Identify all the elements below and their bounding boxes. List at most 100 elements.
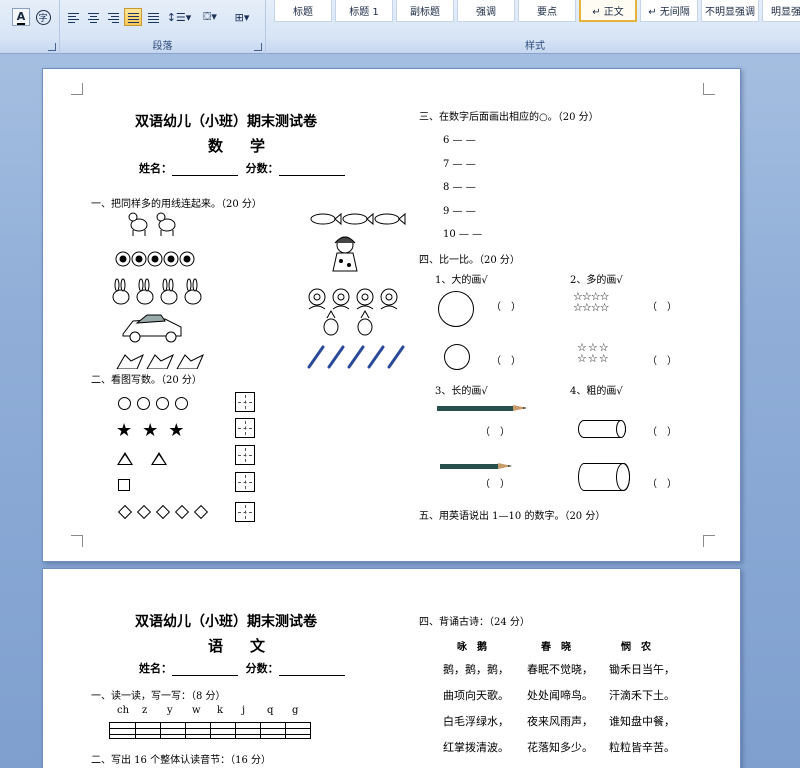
star-shape: ★ (116, 420, 133, 441)
poem-line: 红掌拨清波。 (443, 741, 509, 754)
style-item[interactable]: 明显强调 (762, 0, 800, 22)
paint-bucket-icon: ⛋▾ (203, 10, 217, 23)
number-line: 9 — — (443, 205, 476, 217)
document-page-1[interactable]: 双语幼儿（小班）期末测试卷 数 学 姓名： 分数： 一、把同样多的用线连起来。（… (42, 68, 741, 562)
justify-button[interactable] (124, 8, 142, 26)
align-left-icon (67, 12, 79, 23)
style-item[interactable]: 标题 (274, 0, 332, 22)
poem-line: 曲项向天歌。 (443, 689, 509, 702)
crop-mark (71, 83, 83, 95)
answer-paren[interactable]: （ ） (491, 352, 521, 367)
name-label: 姓名： (139, 162, 172, 175)
diamond-shape (117, 504, 133, 520)
page-title: 双语幼儿（小班）期末测试卷 (135, 114, 317, 130)
poem-title: 悯 农 (621, 642, 651, 653)
triangle-shape (117, 452, 133, 465)
pinyin-writing-grid[interactable] (109, 722, 311, 739)
answer-paren[interactable]: （ ） (647, 475, 677, 490)
thick-cylinder (578, 463, 630, 491)
section-3-heading: 三、在数字后面画出相应的○。（20 分） (419, 112, 599, 123)
name-score-line: 姓名： 分数： (139, 660, 345, 676)
answer-box[interactable] (235, 418, 255, 438)
poem-title: 咏 鹅 (457, 642, 487, 653)
compare-q3: 3、长的画√ (435, 386, 488, 397)
diamond-shape (136, 504, 152, 520)
paragraph-group: ↕☰▾ ⛋▾ ⊞▾ 段落 (60, 0, 266, 54)
page-title: 双语幼儿（小班）期末测试卷 (135, 614, 317, 630)
crop-mark (703, 83, 715, 95)
style-item[interactable]: ↵ 正文 (579, 0, 637, 22)
char-border-icon: 字 (35, 9, 51, 25)
number-line: 8 — — (443, 182, 476, 193)
star-shape: ★ (168, 420, 185, 441)
thin-cylinder (578, 420, 626, 438)
answer-box[interactable] (235, 392, 255, 412)
document-page-2[interactable]: 双语幼儿（小班）期末测试卷 语 文 姓名： 分数： 一、读一读，写一写：（8 分… (42, 568, 741, 768)
score-label: 分数： (245, 662, 279, 675)
dog-icon (156, 212, 176, 236)
circle-shape (118, 397, 131, 410)
answer-paren[interactable]: （ ） (647, 423, 677, 438)
style-item[interactable]: 要点 (518, 0, 576, 22)
fish-icon (310, 212, 406, 226)
borders-icon: ⊞▾ (234, 10, 250, 24)
pinyin-letter: w (192, 705, 201, 716)
char-border-button[interactable]: 字 (34, 8, 52, 26)
name-blank[interactable] (172, 164, 238, 176)
score-blank[interactable] (278, 664, 345, 676)
answer-paren[interactable]: （ ） (647, 298, 677, 313)
style-item[interactable]: 不明显强调 (701, 0, 759, 22)
big-circle (438, 291, 474, 327)
crop-mark (703, 535, 715, 547)
answer-box[interactable] (235, 472, 255, 492)
number-line: 6 — — (443, 135, 476, 146)
align-center-icon (87, 12, 99, 23)
ribbon: A 字 ↕☰▾ ⛋▾ ⊞▾ 段落 标题 标题 1 副标题 强调 要点 ↵ 正文 … (0, 0, 800, 54)
section-2-heading: 二、写出 16 个整体认读音节：（16 分） (91, 755, 271, 766)
flower-icon (308, 288, 398, 310)
style-item[interactable]: 副标题 (396, 0, 454, 22)
bird-icon (116, 353, 204, 369)
compare-q2: 2、多的画√ (570, 275, 623, 286)
circle-shape (175, 397, 188, 410)
subject-title: 数 学 (208, 137, 272, 155)
section-4-heading: 四、比一比。（20 分） (419, 255, 520, 266)
align-left-button[interactable] (64, 8, 82, 26)
borders-button[interactable]: ⊞▾ (228, 8, 256, 26)
style-item[interactable]: 强调 (457, 0, 515, 22)
squares-row (118, 479, 130, 491)
score-blank[interactable] (278, 164, 345, 176)
star-shape: ★ (142, 420, 159, 441)
pinyin-letter: k (217, 705, 224, 716)
poem-title: 春 晓 (541, 642, 571, 653)
align-center-button[interactable] (84, 8, 102, 26)
styles-group: 标题标题 1副标题强调要点↵ 正文↵ 无间隔不明显强调明显强调 样式 (270, 0, 800, 54)
compare-q1: 1、大的画√ (435, 275, 488, 286)
section-1-heading: 一、读一读，写一写：（8 分） (91, 691, 226, 702)
answer-paren[interactable]: （ ） (491, 298, 521, 313)
answer-paren[interactable]: （ ） (647, 352, 677, 367)
paragraph-dialog-launcher-icon[interactable] (254, 43, 262, 51)
font-color-icon: A (16, 9, 26, 25)
dog-icon (128, 212, 148, 236)
style-item[interactable]: 标题 1 (335, 0, 393, 22)
answer-box[interactable] (235, 445, 255, 465)
distribute-button[interactable] (144, 8, 162, 26)
car-icon (122, 314, 182, 343)
crop-mark (71, 535, 83, 547)
answer-box[interactable] (235, 502, 255, 522)
score-label: 分数： (245, 162, 279, 175)
triangle-shape (151, 452, 167, 465)
answer-paren[interactable]: （ ） (480, 475, 510, 490)
line-spacing-button[interactable]: ↕☰▾ (166, 8, 192, 26)
font-color-button[interactable]: A (12, 8, 30, 26)
pineapple-icon (323, 309, 373, 336)
diamond-shape (174, 504, 190, 520)
poem-line: 粒粒皆辛苦。 (609, 741, 675, 754)
answer-paren[interactable]: （ ） (480, 423, 510, 438)
shading-button[interactable]: ⛋▾ (196, 8, 224, 26)
font-dialog-launcher-icon[interactable] (48, 43, 56, 51)
style-item[interactable]: ↵ 无间隔 (640, 0, 698, 22)
name-blank[interactable] (172, 664, 238, 676)
align-right-button[interactable] (104, 8, 122, 26)
